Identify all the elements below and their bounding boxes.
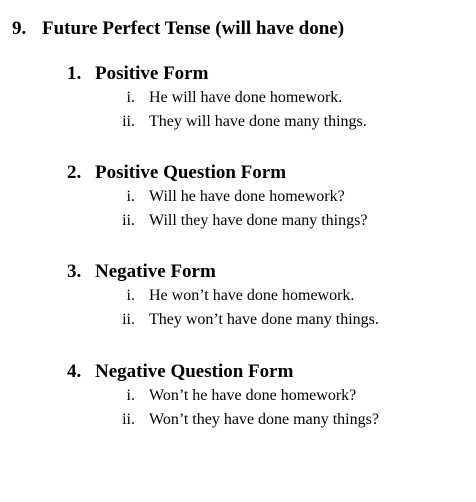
heading-text: Future Perfect Tense (will have done) — [42, 18, 345, 39]
list-item: i. Won’t he have done homework? — [67, 384, 467, 408]
section-title: 1. Positive Form — [67, 62, 467, 86]
list-item-text: Won’t he have done homework? — [149, 387, 357, 404]
section-number: 1. — [67, 63, 82, 84]
list-marker: ii. — [122, 212, 135, 229]
section-title-text: Negative Form — [95, 261, 216, 282]
list-marker: ii. — [122, 311, 135, 328]
list-item-text: He won’t have done homework. — [149, 287, 355, 304]
main-heading: 9. Future Perfect Tense (will have done) — [12, 18, 344, 40]
heading-number: 9. — [12, 18, 27, 39]
list-item-text: He will have done homework. — [149, 89, 343, 106]
list-item: i. He will have done homework. — [67, 86, 467, 110]
section-title-text: Negative Question Form — [95, 361, 294, 382]
list-marker: i. — [126, 188, 135, 205]
section-negative-form: 3. Negative Form i. He won’t have done ho… — [67, 260, 467, 332]
list-marker: i. — [126, 89, 135, 106]
section-title: 3. Negative Form — [67, 260, 467, 284]
list-item-text: They will have done many things. — [149, 113, 367, 130]
section-title: 2. Positive Question Form — [67, 161, 467, 185]
section-positive-question-form: 2. Positive Question Form i. Will he have… — [67, 161, 467, 233]
list-marker: i. — [126, 287, 135, 304]
list-item: i. Will he have done homework? — [67, 185, 467, 209]
list-item: i. He won’t have done homework. — [67, 284, 467, 308]
section-number: 2. — [67, 162, 82, 183]
list-item: ii. Will they have done many things? — [67, 209, 467, 233]
list-item-text: They won’t have done many things. — [149, 311, 379, 328]
section-title-text: Positive Question Form — [95, 162, 287, 183]
section-number: 3. — [67, 261, 82, 282]
list-item-text: Will he have done homework? — [149, 188, 345, 205]
list-item: ii. They won’t have done many things. — [67, 308, 467, 332]
section-title-text: Positive Form — [95, 63, 209, 84]
section-negative-question-form: 4. Negative Question Form i. Won’t he hav… — [67, 360, 467, 432]
section-positive-form: 1. Positive Form i. He will have done hom… — [67, 62, 467, 134]
list-item: ii. They will have done many things. — [67, 110, 467, 134]
list-marker: i. — [126, 387, 135, 404]
section-title: 4. Negative Question Form — [67, 360, 467, 384]
list-item: ii. Won’t they have done many things? — [67, 408, 467, 432]
list-marker: ii. — [122, 411, 135, 428]
list-item-text: Will they have done many things? — [149, 212, 368, 229]
list-marker: ii. — [122, 113, 135, 130]
section-number: 4. — [67, 361, 82, 382]
list-item-text: Won’t they have done many things? — [149, 411, 379, 428]
